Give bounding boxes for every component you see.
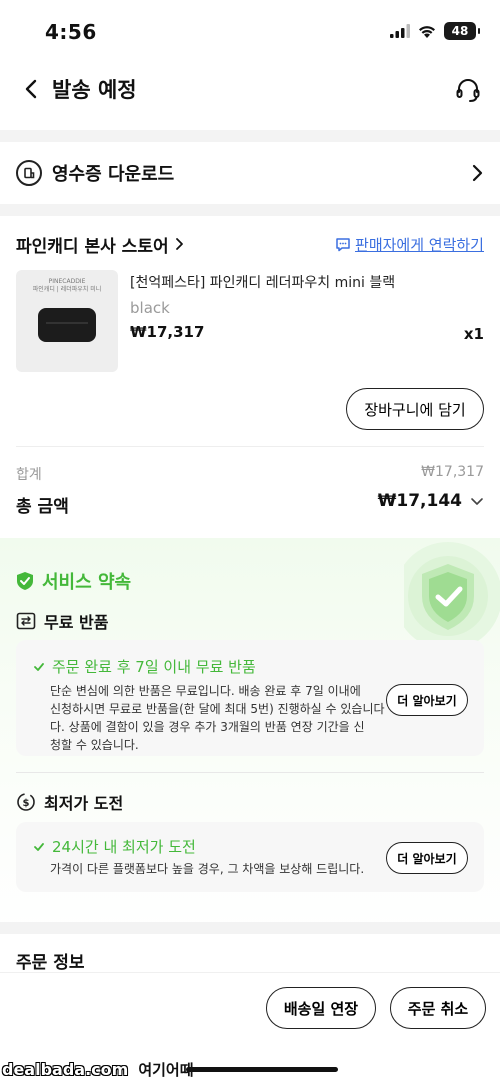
section-separator xyxy=(0,204,500,216)
receipt-download-row[interactable]: 영수증 다운로드 xyxy=(0,142,500,204)
store-name-link[interactable]: 파인캐디 본사 스토어 xyxy=(16,232,169,257)
service-promise-title: 서비스 약속 xyxy=(16,568,131,594)
shield-check-icon xyxy=(17,572,33,590)
free-return-heading: 무료 반품 xyxy=(16,609,108,633)
cancel-order-button[interactable]: 주문 취소 xyxy=(390,987,486,1029)
receipt-icon xyxy=(16,160,42,186)
product-quantity: x1 xyxy=(463,325,484,343)
return-icon xyxy=(16,612,36,630)
product-thumbnail: PINECADDIE 파인캐디 | 레더파우치 미니 xyxy=(16,270,118,372)
total-amount-toggle[interactable]: ₩17,144 xyxy=(378,491,484,511)
section-separator xyxy=(0,922,500,934)
chevron-down-icon xyxy=(471,497,483,505)
extend-delivery-button[interactable]: 배송일 연장 xyxy=(266,987,376,1029)
divider xyxy=(16,446,484,447)
section-separator xyxy=(0,130,500,142)
total-value: ₩17,144 xyxy=(377,491,462,511)
header: 발송 예정 xyxy=(0,62,500,118)
lowest-price-description: 가격이 다른 플랫폼보다 높을 경우, 그 차액을 보상해 드립니다. xyxy=(50,862,365,876)
free-return-card-title: 주문 완료 후 7일 이내 무료 반품 xyxy=(34,656,256,677)
status-icons: 48 xyxy=(390,22,480,40)
lowest-price-more-button[interactable]: 더 알아보기 xyxy=(386,842,468,874)
svg-text:$: $ xyxy=(23,798,30,809)
watermark-site: dealbada.com xyxy=(2,1060,129,1079)
watermark: dealbada.com 여기어때 xyxy=(2,1059,194,1080)
store-row: 파인캐디 본사 스토어 판매자에게 연락하기 xyxy=(0,224,500,264)
product-name: [천억페스타] 파인캐디 레더파우치 mini 블랙 xyxy=(130,275,396,291)
bottom-action-bar: 배송일 연장 주문 취소 dealbada.com 여기어때 xyxy=(0,972,500,1082)
home-indicator[interactable] xyxy=(186,1067,338,1072)
free-return-card: 주문 완료 후 7일 이내 무료 반품 단순 변심에 의한 반품은 무료입니다.… xyxy=(16,640,484,756)
service-promise-section: 서비스 약속 무료 반품 주문 완료 후 7일 이내 무료 반품 단순 변심에 … xyxy=(0,538,500,932)
customer-support-button[interactable] xyxy=(452,74,484,106)
free-return-description: 단순 변심에 의한 반품은 무료입니다. 배송 완료 후 7일 이내에 신청하시… xyxy=(50,684,385,752)
status-time: 4:56 xyxy=(45,20,97,44)
signal-icon xyxy=(390,24,410,38)
check-icon xyxy=(34,662,44,671)
contact-seller-link[interactable]: 판매자에게 연락하기 xyxy=(335,234,484,255)
pouch-image xyxy=(38,308,96,342)
lowest-price-card: 24시간 내 최저가 도전 가격이 다른 플랫폼보다 높을 경우, 그 차액을 … xyxy=(16,822,484,892)
divider xyxy=(16,772,484,773)
lowest-price-heading: $ 최저가 도전 xyxy=(16,790,123,814)
page-title: 발송 예정 xyxy=(52,78,137,102)
headset-icon xyxy=(456,79,480,102)
battery-indicator: 48 xyxy=(444,22,480,40)
chevron-right-icon xyxy=(472,164,483,182)
price-tag-icon: $ xyxy=(17,793,35,811)
shield-badge-icon xyxy=(404,542,500,650)
chevron-left-icon xyxy=(25,79,37,99)
back-button[interactable] xyxy=(16,74,46,104)
free-return-more-button[interactable]: 더 알아보기 xyxy=(386,684,468,716)
chevron-right-icon xyxy=(175,237,184,251)
product-option: black xyxy=(130,299,170,317)
subtotal-value: ₩17,317 xyxy=(421,464,484,480)
order-info-title: 주문 정보 xyxy=(16,953,85,973)
subtotal-label: 합계 xyxy=(16,467,42,483)
lowest-price-card-title: 24시간 내 최저가 도전 xyxy=(34,836,196,857)
product-price: ₩17,317 xyxy=(130,323,205,341)
status-bar: 4:56 48 xyxy=(0,0,500,60)
wifi-icon xyxy=(419,25,435,38)
product-item[interactable]: PINECADDIE 파인캐디 | 레더파우치 미니 [천억페스타] 파인캐디 … xyxy=(16,270,484,374)
add-to-cart-button[interactable]: 장바구니에 담기 xyxy=(346,388,484,430)
chat-icon xyxy=(336,237,350,251)
thumbnail-caption: PINECADDIE 파인캐디 | 레더파우치 미니 xyxy=(32,278,102,293)
check-icon xyxy=(34,842,44,851)
contact-seller-label: 판매자에게 연락하기 xyxy=(355,235,484,254)
receipt-download-label: 영수증 다운로드 xyxy=(52,164,175,185)
total-label: 총 금액 xyxy=(16,497,69,517)
